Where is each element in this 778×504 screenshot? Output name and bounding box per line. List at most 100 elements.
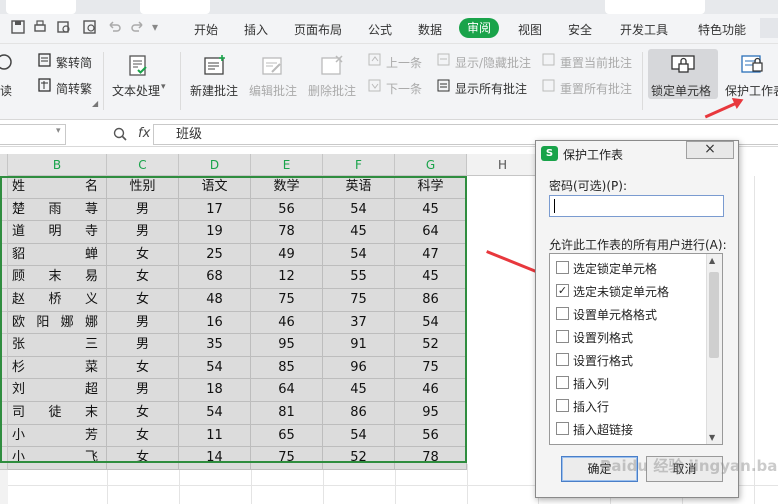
menu-special[interactable]: 特色功能 xyxy=(698,21,746,38)
table-cell[interactable]: 86 xyxy=(323,402,395,425)
table-header-cell[interactable]: 科学 xyxy=(395,176,467,199)
delete-comment-button[interactable]: 删除批注 xyxy=(308,82,356,99)
prev-comment-icon[interactable] xyxy=(368,53,382,67)
table-cell[interactable]: 25 xyxy=(179,243,251,267)
table-cell[interactable]: 男 xyxy=(107,334,179,357)
table-cell[interactable]: 52 xyxy=(323,447,395,470)
read-aloud-icon[interactable] xyxy=(0,52,16,74)
table-cell[interactable]: 52 xyxy=(395,334,467,357)
table-cell[interactable]: 65 xyxy=(251,424,323,448)
permission-option[interactable]: 插入超链接 xyxy=(556,420,706,438)
table-cell[interactable]: 45 xyxy=(323,221,395,244)
checkbox[interactable] xyxy=(556,353,569,366)
table-cell[interactable]: 45 xyxy=(395,198,467,222)
table-cell[interactable]: 75 xyxy=(251,447,323,470)
table-cell[interactable]: 杉菜 xyxy=(8,356,107,380)
table-cell[interactable]: 张三 xyxy=(8,334,107,357)
checkbox[interactable] xyxy=(556,307,569,320)
table-cell[interactable]: 16 xyxy=(179,311,251,335)
table-cell[interactable]: 男 xyxy=(107,379,179,402)
trad-to-simp-button[interactable]: 繁转简 xyxy=(56,54,92,71)
reset-all-comments-icon[interactable] xyxy=(542,79,556,93)
menu-page-layout[interactable]: 页面布局 xyxy=(294,21,342,38)
table-cell[interactable]: 64 xyxy=(395,221,467,244)
workbook-tab[interactable] xyxy=(605,0,705,14)
print-icon[interactable] xyxy=(32,19,48,35)
column-header-b[interactable]: B xyxy=(8,154,107,176)
table-cell[interactable]: 刘超 xyxy=(8,379,107,402)
edit-comment-button[interactable]: 编辑批注 xyxy=(249,82,297,99)
table-cell[interactable]: 道明寺 xyxy=(8,221,107,244)
table-cell[interactable]: 顾末易 xyxy=(8,266,107,289)
table-cell[interactable]: 78 xyxy=(251,221,323,244)
table-cell[interactable]: 女 xyxy=(107,424,179,448)
permission-option[interactable]: 设置单元格格式 xyxy=(556,305,706,323)
row-header[interactable] xyxy=(0,334,8,357)
menu-developer[interactable]: 开发工具 xyxy=(620,21,668,38)
table-cell[interactable]: 54 xyxy=(323,424,395,448)
table-cell[interactable]: 小飞 xyxy=(8,447,107,470)
table-cell[interactable]: 54 xyxy=(395,311,467,335)
trad-to-simp-icon[interactable] xyxy=(37,52,53,68)
reset-all-comments-button[interactable]: 重置所有批注 xyxy=(560,80,632,97)
new-comment-button[interactable]: 新建批注 xyxy=(190,82,238,99)
zoom-icon[interactable] xyxy=(112,126,128,142)
table-cell[interactable]: 35 xyxy=(179,334,251,357)
table-cell[interactable]: 48 xyxy=(179,289,251,312)
chevron-down-icon[interactable]: ▾ xyxy=(56,126,61,136)
protect-sheet-icon[interactable] xyxy=(740,52,766,76)
table-cell[interactable]: 64 xyxy=(251,379,323,402)
table-cell[interactable]: 56 xyxy=(395,424,467,448)
checkbox[interactable] xyxy=(556,261,569,274)
column-header-h[interactable]: H xyxy=(467,154,539,176)
show-all-comments-icon[interactable] xyxy=(437,79,451,93)
table-cell[interactable]: 47 xyxy=(395,243,467,267)
row-header[interactable] xyxy=(0,402,8,425)
dialog-close-button[interactable]: × xyxy=(686,141,734,159)
menu-review[interactable]: 审阅 xyxy=(459,18,500,38)
table-header-cell[interactable]: 数学 xyxy=(251,176,323,199)
dropdown-arrow-icon[interactable]: ▾ xyxy=(161,82,166,92)
simp-to-trad-icon[interactable] xyxy=(37,77,53,93)
table-cell[interactable]: 女 xyxy=(107,402,179,425)
cancel-button[interactable]: 取消 xyxy=(646,456,723,482)
table-cell[interactable]: 14 xyxy=(179,447,251,470)
table-cell[interactable]: 12 xyxy=(251,266,323,289)
permission-option[interactable]: ✓ 选定未锁定单元格 xyxy=(556,282,706,300)
simp-to-trad-button[interactable]: 简转繁 xyxy=(56,80,92,97)
table-cell[interactable]: 小芳 xyxy=(8,424,107,448)
column-header-c[interactable]: C xyxy=(107,154,179,176)
row-header[interactable] xyxy=(0,243,8,267)
show-hide-comment-button[interactable]: 显示/隐藏批注 xyxy=(455,54,531,71)
redo-icon[interactable] xyxy=(130,19,146,35)
row-header[interactable] xyxy=(0,447,8,470)
table-cell[interactable]: 95 xyxy=(251,334,323,357)
table-cell[interactable]: 96 xyxy=(323,356,395,380)
row-header[interactable] xyxy=(0,379,8,402)
table-cell[interactable]: 68 xyxy=(179,266,251,289)
table-cell[interactable]: 貂蝉 xyxy=(8,243,107,267)
table-cell[interactable]: 54 xyxy=(179,402,251,425)
permission-option[interactable]: 插入行 xyxy=(556,397,706,415)
text-process-icon[interactable] xyxy=(126,54,150,78)
workbook-tab[interactable] xyxy=(140,0,210,14)
table-header-cell[interactable]: 英语 xyxy=(323,176,395,199)
table-cell[interactable]: 75 xyxy=(251,289,323,312)
menu-view[interactable]: 视图 xyxy=(518,21,542,38)
table-cell[interactable]: 91 xyxy=(323,334,395,357)
table-cell[interactable]: 19 xyxy=(179,221,251,244)
column-header-g[interactable]: G xyxy=(395,154,467,176)
table-cell[interactable]: 54 xyxy=(323,243,395,267)
row-header[interactable] xyxy=(0,356,8,380)
checkbox[interactable] xyxy=(556,422,569,435)
group-expand-icon[interactable]: ◢ xyxy=(92,99,98,108)
new-comment-icon[interactable] xyxy=(202,54,228,78)
table-cell[interactable]: 女 xyxy=(107,266,179,289)
table-cell[interactable]: 17 xyxy=(179,198,251,222)
next-comment-icon[interactable] xyxy=(368,79,382,93)
checkbox[interactable] xyxy=(556,399,569,412)
table-cell[interactable]: 男 xyxy=(107,221,179,244)
print-preview-icon[interactable] xyxy=(56,19,72,35)
prev-comment-button[interactable]: 上一条 xyxy=(386,54,422,71)
show-hide-comment-icon[interactable] xyxy=(437,53,451,67)
